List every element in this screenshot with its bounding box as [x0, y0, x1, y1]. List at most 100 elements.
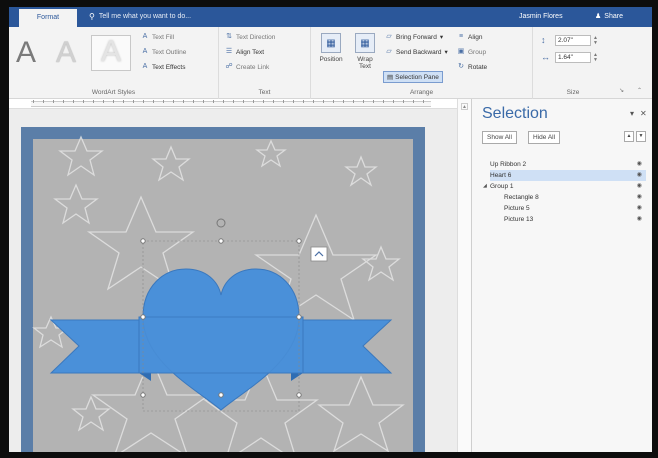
layout-options-icon[interactable] — [310, 246, 328, 262]
align-button[interactable]: ≡ Align — [457, 33, 483, 41]
ruler-tick — [223, 100, 224, 103]
title-bar: Format ⚲ Tell me what you want to do... … — [9, 7, 652, 27]
list-item-name: Up Ribbon 2 — [490, 161, 527, 168]
ruler-tick — [293, 100, 294, 103]
tell-me-search[interactable]: ⚲ Tell me what you want to do... — [89, 7, 191, 27]
selection-list: Up Ribbon 2 ◉ Heart 6 ◉ ◢ Group 1 ◉ Rectangle 8… — [483, 159, 646, 225]
dialog-launcher-icon[interactable]: ↘ — [619, 87, 624, 94]
list-item[interactable]: Heart 6 ◉ — [490, 170, 646, 181]
text-effects-button[interactable]: A Text Effects — [141, 63, 186, 71]
ruler-tick — [133, 100, 134, 103]
group-button[interactable]: ▣ Group — [457, 48, 486, 56]
tab-format[interactable]: Format — [19, 9, 77, 27]
ruler-tick — [33, 100, 34, 103]
text-effects-icon: A — [142, 63, 148, 70]
shape-width-input[interactable]: 1.64" — [555, 52, 591, 63]
eye-icon[interactable]: ◉ — [637, 203, 642, 214]
ruler-tick — [363, 100, 364, 103]
eye-icon[interactable]: ◉ — [637, 159, 642, 170]
align-icon: ≡ — [458, 33, 464, 40]
send-backward-button[interactable]: ▱ Send Backward ▾ — [385, 48, 448, 56]
wrap-text-icon: ▦ — [355, 33, 375, 53]
align-text-button[interactable]: ☰ Align Text — [225, 48, 264, 56]
star-icon — [53, 183, 99, 225]
wordart-style-2[interactable]: A — [51, 33, 81, 73]
eye-icon[interactable]: ◉ — [637, 214, 642, 225]
star-icon — [344, 155, 378, 187]
ruler-tick — [213, 100, 214, 103]
size-group: ↕ 2.07" ▲ ▼ ↔ 1.64" ▲ ▼ Size — [533, 27, 613, 99]
ruler-tick — [403, 100, 404, 103]
position-button[interactable]: ▦ Position — [315, 33, 347, 63]
eye-icon[interactable]: ◉ — [637, 192, 642, 203]
close-icon[interactable]: ✕ — [640, 109, 647, 118]
shape-height-input[interactable]: 2.07" — [555, 35, 591, 46]
text-direction-button[interactable]: ⇅ Text Direction — [225, 33, 275, 41]
show-all-button[interactable]: Show All — [482, 131, 517, 144]
send-backward-arrow-icon[interactable]: ▼ — [636, 131, 646, 142]
document-area[interactable] — [9, 109, 457, 452]
create-link-button[interactable]: ☍ Create Link — [225, 63, 269, 71]
vertical-scrollbar[interactable]: ▲ — [457, 99, 471, 452]
align-text-icon: ☰ — [225, 48, 233, 55]
eye-icon[interactable]: ◉ — [637, 181, 642, 192]
text-outline-button[interactable]: A Text Outline — [141, 48, 187, 56]
pane-title: Selection — [482, 105, 548, 122]
eye-icon[interactable]: ◉ — [637, 170, 642, 181]
hide-all-button[interactable]: Hide All — [528, 131, 561, 144]
ruler-tick — [163, 100, 164, 103]
star-icon — [317, 375, 405, 452]
ruler-tick — [143, 100, 144, 103]
selection-pane-button[interactable]: ▤ Selection Pane — [383, 71, 443, 83]
person-icon: ♟ — [595, 13, 602, 20]
group-icon: ▣ — [457, 48, 465, 55]
list-item[interactable]: Up Ribbon 2 ◉ — [490, 159, 646, 170]
tell-me-text: Tell me what you want to do... — [98, 13, 192, 20]
text-fill-button[interactable]: A Text Fill — [141, 33, 174, 41]
ruler-tick — [273, 100, 274, 103]
expand-caret-icon[interactable]: ◢ — [483, 181, 487, 192]
rotate-handle-icon — [216, 218, 226, 228]
bring-forward-arrow-icon[interactable]: ▲ — [624, 131, 634, 142]
link-icon: ☍ — [225, 63, 233, 70]
horizontal-ruler — [9, 99, 457, 109]
star-icon — [58, 135, 104, 177]
bring-forward-icon: ▱ — [386, 33, 392, 40]
bring-forward-button[interactable]: ▱ Bring Forward ▾ — [385, 33, 443, 41]
height-spinner-icon[interactable]: ▲ ▼ — [593, 36, 598, 46]
ruler-tick — [413, 100, 414, 103]
list-item[interactable]: Rectangle 8 ◉ — [490, 192, 646, 203]
chevron-down-icon: ▾ — [439, 34, 444, 41]
ruler-tick — [263, 100, 264, 103]
ruler-tick — [313, 100, 314, 103]
selection-pane: Selection ▾ ✕ Show All Hide All ▲ ▼ Up R… — [471, 99, 652, 452]
list-item[interactable]: Picture 13 ◉ — [490, 214, 646, 225]
ruler-tick — [233, 100, 234, 103]
ruler-tick — [93, 100, 94, 103]
list-item[interactable]: Picture 5 ◉ — [490, 203, 646, 214]
wordart-style-1[interactable]: A — [11, 33, 41, 73]
list-item-name: Picture 13 — [504, 216, 534, 223]
width-spinner-icon[interactable]: ▲ ▼ — [593, 53, 598, 63]
pane-options-icon[interactable]: ▾ — [630, 109, 634, 118]
wordart-style-3-box[interactable]: A — [91, 35, 131, 71]
ribbon-center-band — [138, 316, 304, 374]
user-name[interactable]: Jasmin Flores — [519, 7, 563, 27]
share-label: Share — [604, 13, 623, 20]
ruler-tick — [173, 100, 174, 103]
wordart-style-3: A — [100, 35, 121, 68]
rotate-button[interactable]: ↻ Rotate — [457, 63, 487, 71]
rotate-icon: ↻ — [458, 63, 464, 70]
ruler-tick — [73, 100, 74, 103]
page-drawing — [32, 135, 405, 452]
text-group: ⇅ Text Direction ☰ Align Text ☍ Create L… — [219, 27, 311, 99]
ruler-tick — [203, 100, 204, 103]
list-item-name: Heart 6 — [490, 172, 512, 179]
list-item[interactable]: ◢ Group 1 ◉ — [483, 181, 646, 192]
wrap-text-button[interactable]: ▦ Wrap Text — [351, 33, 379, 70]
size-group-label: Size — [566, 89, 580, 96]
scroll-up-icon[interactable]: ▲ — [461, 103, 468, 110]
ruler-tick — [253, 100, 254, 103]
share-button[interactable]: ♟ Share — [595, 7, 623, 27]
collapse-ribbon-icon[interactable]: ⌃ — [637, 87, 642, 94]
